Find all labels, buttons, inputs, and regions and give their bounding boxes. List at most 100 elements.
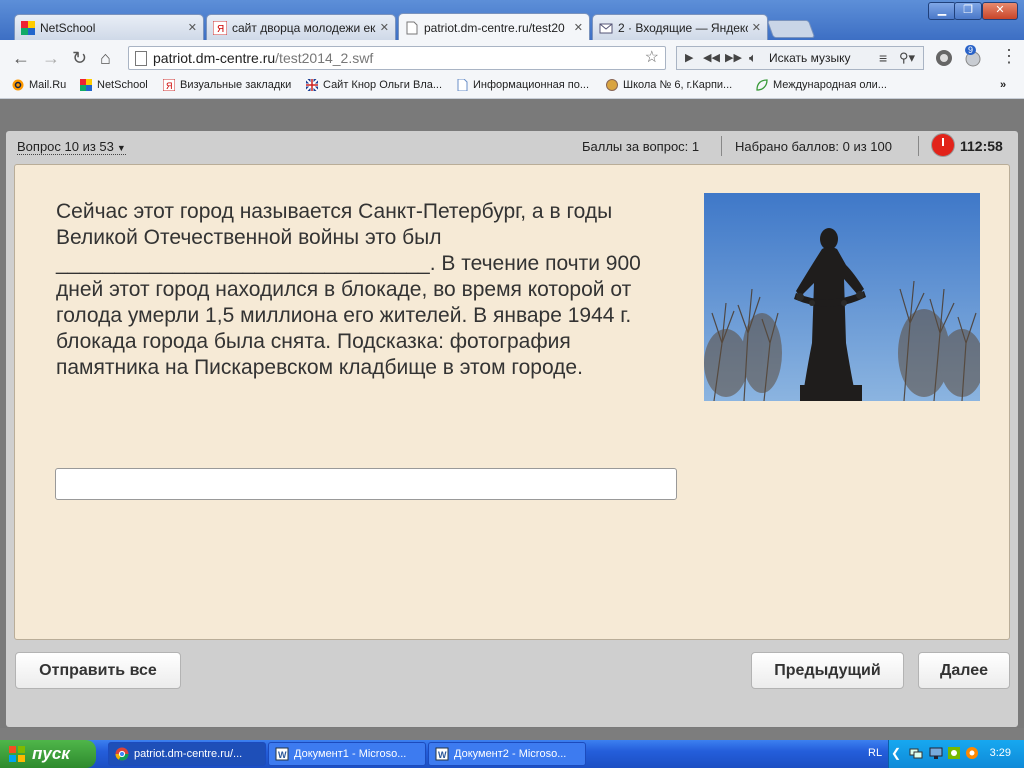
notification-count: 9 <box>965 45 977 55</box>
speaker-icon[interactable]: 🔈︎ <box>749 47 757 69</box>
task-label: patriot.dm-centre.ru/... <box>134 748 243 760</box>
bookmark-knor[interactable]: Сайт Кнор Ольги Вла... <box>306 79 442 91</box>
forward-arrow-icon[interactable]: → <box>42 48 60 69</box>
nvidia-icon[interactable] <box>947 746 961 760</box>
url-path: /test2014_2.swf <box>275 50 374 66</box>
stopwatch-icon <box>932 134 954 156</box>
tab-patriot[interactable]: patriot.dm-centre.ru/test20 ✕ <box>398 13 590 41</box>
quiz-panel: Вопрос 10 из 53 ▼ Баллы за вопрос: 1 Набр… <box>6 131 1018 727</box>
tab-netschool[interactable]: NetSchool ✕ <box>14 14 204 40</box>
notifications-icon[interactable]: 9 <box>962 45 982 68</box>
netschool-icon <box>80 79 92 91</box>
question-text: Сейчас этот город называется Санкт-Петер… <box>56 200 641 379</box>
network-icon[interactable] <box>909 746 923 760</box>
windows-taskbar: пуск patriot.dm-centre.ru/... W Документ… <box>0 740 1024 768</box>
home-icon[interactable]: ⌂ <box>100 48 111 69</box>
next-button[interactable]: Далее <box>918 652 1010 689</box>
page-icon <box>135 51 147 66</box>
mail-icon <box>599 23 613 33</box>
mailru-icon <box>12 79 24 91</box>
word-icon: W <box>275 747 289 761</box>
score-display: Набрано баллов: 0 из 100 <box>735 139 892 154</box>
browser-toolbar: ← → ↻ ⌂ patriot.dm-centre.ru/test2014_2.… <box>0 40 1024 76</box>
school-icon <box>606 79 618 91</box>
answer-input[interactable] <box>55 468 677 500</box>
task-label: Документ2 - Microso... <box>454 748 567 760</box>
close-window-button[interactable]: ✕ <box>982 2 1018 20</box>
tab-label: NetSchool <box>40 20 96 35</box>
bookmark-label: Mail.Ru <box>29 79 67 91</box>
bookmark-school[interactable]: Школа № 6, г.Карпи... <box>606 79 732 91</box>
bookmark-label: Школа № 6, г.Карпи... <box>623 79 733 91</box>
yandex-icon: Я <box>213 20 227 35</box>
close-tab-icon[interactable]: ✕ <box>380 21 389 34</box>
system-clock: 3:29 <box>989 747 1011 759</box>
bookmark-label: NetSchool <box>97 79 148 91</box>
quiz-status-bar: Вопрос 10 из 53 ▼ Баллы за вопрос: 1 Набр… <box>6 131 1018 161</box>
uk-flag-icon <box>306 79 318 91</box>
submit-all-button[interactable]: Отправить все <box>15 652 181 689</box>
windows-flag-icon <box>9 746 25 762</box>
extension-icon[interactable] <box>934 48 954 68</box>
bookmark-star-icon[interactable]: ☆ <box>645 47 659 69</box>
task-label: Документ1 - Microso... <box>294 748 407 760</box>
word-icon: W <box>435 747 449 761</box>
tab-yandex-search[interactable]: Я сайт дворца молодежи ека ✕ <box>206 14 396 40</box>
caret-down-icon: ▼ <box>116 143 126 153</box>
back-arrow-icon[interactable]: ← <box>12 48 30 69</box>
fast-forward-icon[interactable]: ▶▶ <box>725 47 742 69</box>
music-search-bar[interactable]: ▶ ◀◀ ▶▶ 🔈︎ Искать музыку ≡ ⚲▾ <box>676 46 924 70</box>
start-button[interactable]: пуск <box>0 740 96 768</box>
taskbar-item-document2[interactable]: W Документ2 - Microso... <box>428 742 586 766</box>
page-icon <box>406 21 418 34</box>
rewind-icon[interactable]: ◀◀ <box>703 47 720 69</box>
display-icon[interactable] <box>929 746 943 760</box>
play-icon[interactable]: ▶ <box>685 47 693 69</box>
bookmark-label: Визуальные закладки <box>180 79 292 91</box>
reload-icon[interactable]: ↻ <box>72 48 87 69</box>
system-tray: ❮ 3:29 <box>888 740 1024 768</box>
new-tab-button[interactable] <box>766 20 816 38</box>
bookmark-label: Сайт Кнор Ольги Вла... <box>323 79 443 91</box>
previous-button[interactable]: Предыдущий <box>751 652 904 689</box>
bookmark-olympiad[interactable]: Международная оли... <box>756 79 887 91</box>
start-label: пуск <box>32 744 70 763</box>
close-tab-icon[interactable]: ✕ <box>574 21 583 34</box>
close-tab-icon[interactable]: ✕ <box>188 21 197 34</box>
maximize-button[interactable]: ❐ <box>954 2 982 20</box>
divider <box>721 136 722 156</box>
netschool-icon <box>21 20 35 35</box>
bookmark-label: Информационная по... <box>473 79 590 91</box>
bookmark-info[interactable]: Информационная по... <box>456 79 589 91</box>
search-icon[interactable]: ⚲▾ <box>899 47 915 69</box>
question-selector[interactable]: Вопрос 10 из 53 ▼ <box>17 139 126 155</box>
question-counter: Вопрос 10 из 53 <box>17 139 114 154</box>
taskbar-item-chrome[interactable]: patriot.dm-centre.ru/... <box>108 742 266 766</box>
menu-lines-icon[interactable]: ≡ <box>879 47 887 69</box>
bookmarks-bar: Mail.Ru NetSchool Я Визуальные закладки … <box>0 76 1024 99</box>
bookmark-visual[interactable]: Я Визуальные закладки <box>163 79 291 91</box>
chrome-icon <box>115 747 129 761</box>
address-bar[interactable]: patriot.dm-centre.ru/test2014_2.swf ☆ <box>128 46 666 70</box>
bookmark-netschool[interactable]: NetSchool <box>80 79 148 91</box>
language-indicator[interactable]: RL <box>868 747 882 759</box>
tab-label: сайт дворца молодежи ека <box>232 20 376 35</box>
bookmarks-overflow[interactable]: » <box>1000 79 1006 91</box>
svg-text:W: W <box>278 750 287 760</box>
close-tab-icon[interactable]: ✕ <box>752 21 761 34</box>
bookmark-mailru[interactable]: Mail.Ru <box>12 79 66 91</box>
taskbar-item-document1[interactable]: W Документ1 - Microso... <box>268 742 426 766</box>
chrome-menu-icon[interactable]: ⋮ <box>1000 46 1018 67</box>
divider <box>918 136 919 156</box>
tab-yandex-mail[interactable]: 2 · Входящие — Яндекс.По ✕ <box>592 14 768 40</box>
svg-text:Я: Я <box>217 24 224 35</box>
minimize-button[interactable]: ▁ <box>928 2 956 20</box>
yandex-icon: Я <box>163 79 175 91</box>
svg-text:W: W <box>438 750 447 760</box>
music-search-label: Искать музыку <box>769 51 851 65</box>
page-content: Вопрос 10 из 53 ▼ Баллы за вопрос: 1 Набр… <box>0 99 1024 728</box>
chevron-left-icon[interactable]: ❮ <box>891 746 905 760</box>
avast-icon[interactable] <box>965 746 979 760</box>
bookmark-label: Международная оли... <box>773 79 887 91</box>
monument-photo <box>704 193 980 401</box>
